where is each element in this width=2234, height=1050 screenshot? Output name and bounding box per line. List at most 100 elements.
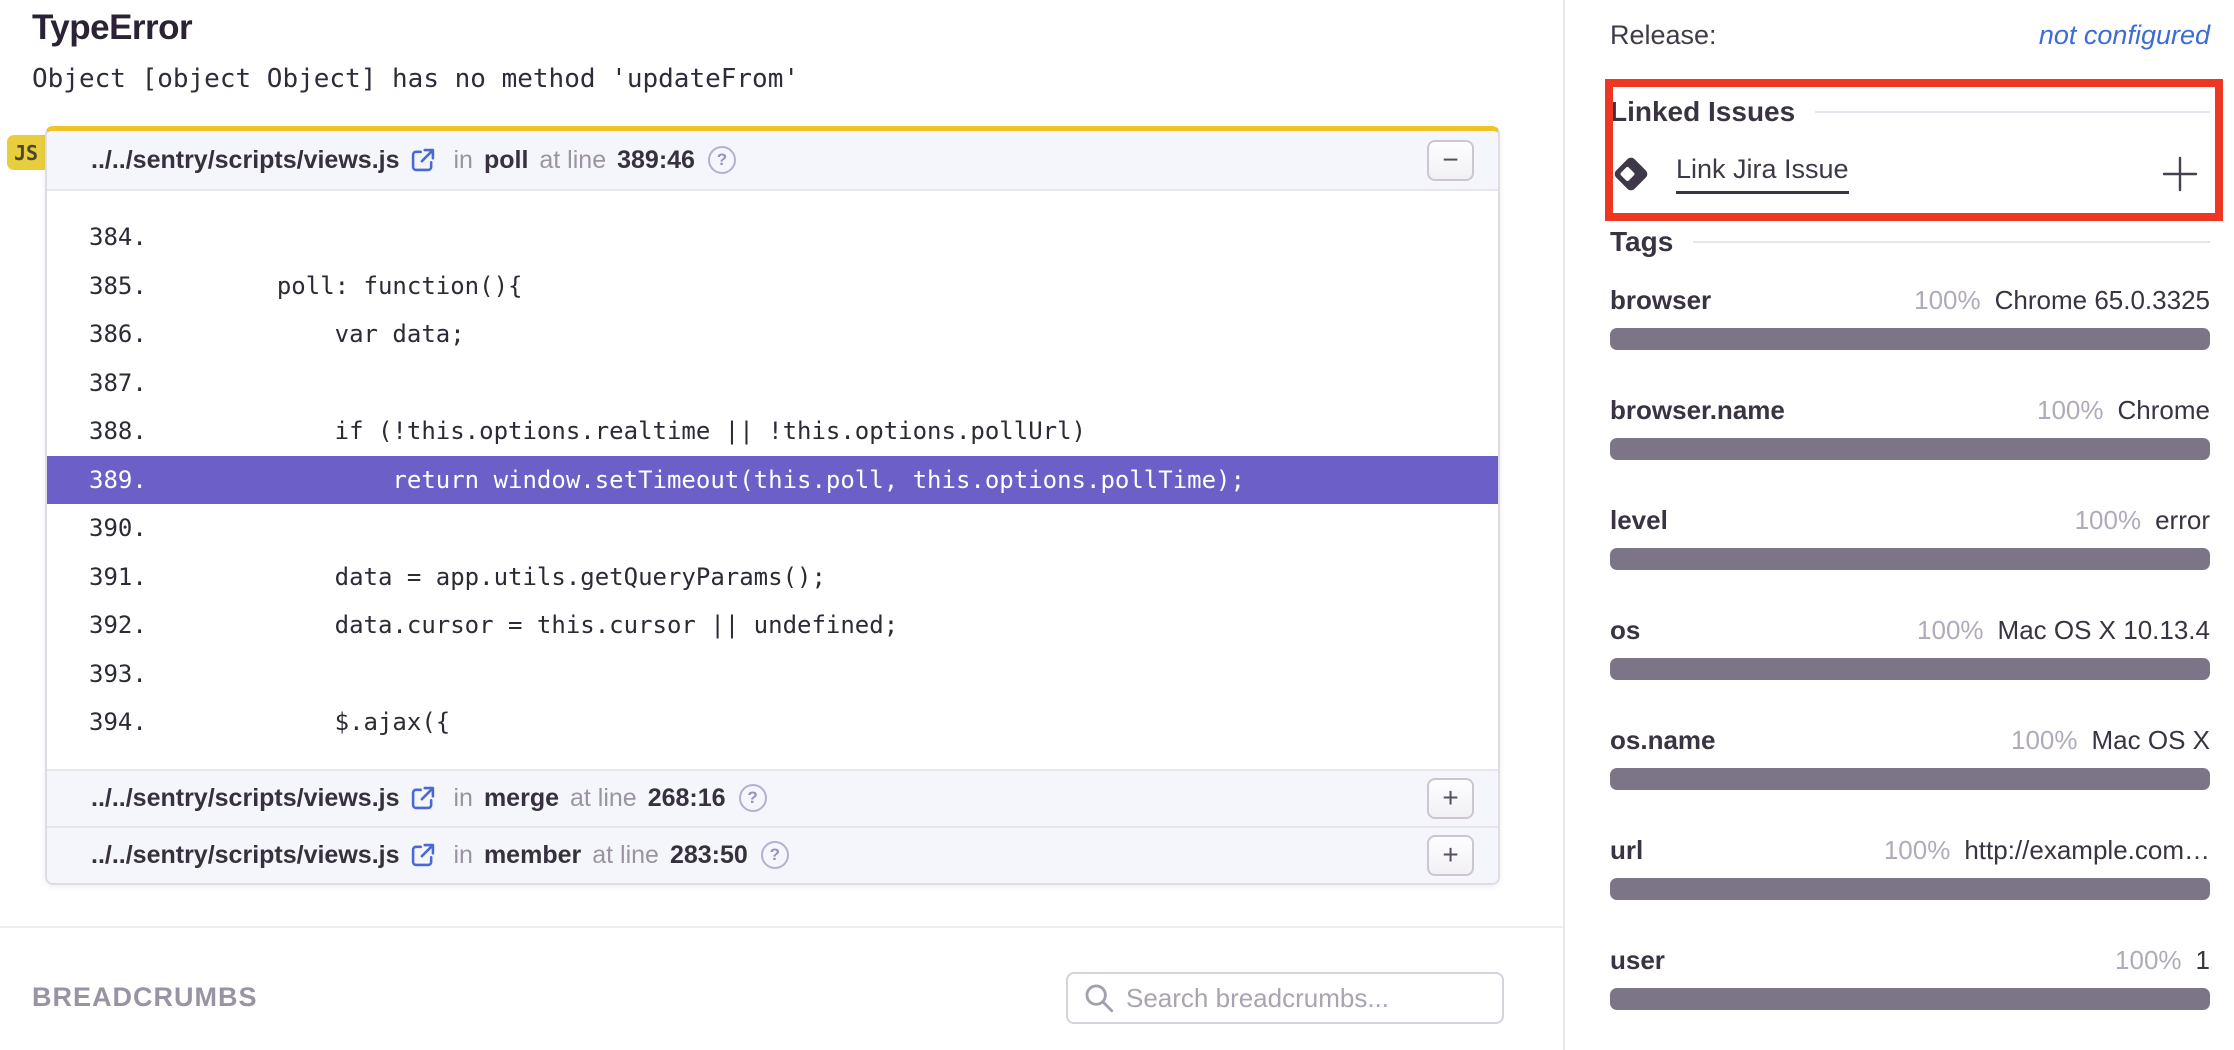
- source-code-context: 384.385. poll: function(){386. var data;…: [47, 191, 1498, 769]
- tag-value: http://example.com…: [1964, 835, 2210, 866]
- heading-rule: [1815, 111, 2210, 113]
- error-type-title: TypeError: [32, 8, 192, 48]
- tag-distribution-bar[interactable]: [1610, 768, 2210, 790]
- frame-line-column: 268:16: [648, 784, 726, 813]
- frame-function-name: poll: [484, 146, 528, 175]
- platform-js-badge: JS: [7, 135, 45, 170]
- section-divider: [0, 926, 1563, 928]
- frame-file-path: ../../sentry/scripts/views.js: [91, 841, 399, 870]
- frame-in-label: in: [453, 841, 472, 870]
- tag-item: level 100% error: [1610, 505, 2210, 570]
- search-breadcrumbs-input[interactable]: [1126, 983, 1488, 1014]
- tag-percent: 100%: [2075, 505, 2142, 536]
- code-line: 392. data.cursor = this.cursor || undefi…: [47, 601, 1498, 650]
- frame-file-path: ../../sentry/scripts/views.js: [91, 784, 399, 813]
- release-row: Release: not configured: [1610, 20, 2210, 51]
- tag-item: os.name 100% Mac OS X: [1610, 725, 2210, 790]
- tag-name: user: [1610, 945, 1665, 976]
- code-line: 384.: [47, 213, 1498, 262]
- tag-percent: 100%: [1884, 835, 1951, 866]
- search-icon: [1082, 981, 1116, 1015]
- tag-value: Mac OS X: [2092, 725, 2210, 756]
- tag-name: browser: [1610, 285, 1711, 316]
- tag-header: browser.name 100% Chrome: [1610, 395, 2210, 427]
- tag-percent: 100%: [1917, 615, 1984, 646]
- tag-distribution-bar[interactable]: [1610, 328, 2210, 350]
- tag-name: os.name: [1610, 725, 1716, 756]
- linked-issues-title: Linked Issues: [1610, 96, 1795, 128]
- link-jira-issue-link[interactable]: Link Jira Issue: [1676, 154, 1849, 194]
- tag-item: os 100% Mac OS X 10.13.4: [1610, 615, 2210, 680]
- frame-at-line-label: at line: [539, 146, 606, 175]
- tag-percent: 100%: [1914, 285, 1981, 316]
- tag-header: level 100% error: [1610, 505, 2210, 537]
- release-label: Release:: [1610, 20, 1717, 51]
- tag-value: Chrome 65.0.3325: [1995, 285, 2210, 316]
- frame-at-line-label: at line: [592, 841, 659, 870]
- code-line: 393.: [47, 650, 1498, 699]
- frame-function-name: merge: [484, 784, 559, 813]
- tag-distribution-bar[interactable]: [1610, 438, 2210, 460]
- tag-name: url: [1610, 835, 1643, 866]
- help-question-icon[interactable]: ?: [739, 784, 767, 812]
- stack-trace-card: ../../sentry/scripts/views.js in poll at…: [45, 126, 1500, 885]
- tag-item: browser 100% Chrome 65.0.3325: [1610, 285, 2210, 350]
- stack-frame-header-expanded[interactable]: ../../sentry/scripts/views.js in poll at…: [47, 131, 1498, 191]
- add-linked-issue-icon[interactable]: [2160, 154, 2200, 194]
- frame-in-label: in: [453, 146, 472, 175]
- tag-header: user 100% 1: [1610, 945, 2210, 977]
- code-line: 391. data = app.utils.getQueryParams();: [47, 553, 1498, 602]
- tag-value: error: [2155, 505, 2210, 536]
- frame-function-name: member: [484, 841, 581, 870]
- tag-value: Mac OS X 10.13.4: [1998, 615, 2210, 646]
- linked-issues-heading: Linked Issues: [1610, 96, 2210, 128]
- tag-distribution-bar[interactable]: [1610, 878, 2210, 900]
- tag-header: os 100% Mac OS X 10.13.4: [1610, 615, 2210, 647]
- tag-percent: 100%: [2115, 945, 2182, 976]
- error-message: Object [object Object] has no method 'up…: [32, 64, 799, 94]
- jira-icon: [1610, 153, 1652, 195]
- tag-name: browser.name: [1610, 395, 1785, 426]
- tag-percent: 100%: [2011, 725, 2078, 756]
- tag-header: url 100% http://example.com…: [1610, 835, 2210, 867]
- heading-rule: [1693, 241, 2210, 243]
- open-in-new-icon[interactable]: [409, 841, 437, 869]
- tag-value: 1: [2196, 945, 2210, 976]
- tag-value: Chrome: [2118, 395, 2210, 426]
- stack-frame-header-collapsed[interactable]: ../../sentry/scripts/views.js in merge a…: [47, 769, 1498, 826]
- frame-in-label: in: [453, 784, 472, 813]
- tags-heading: Tags: [1610, 226, 2210, 258]
- collapse-frame-button[interactable]: −: [1427, 140, 1474, 181]
- issue-detail-page: TypeError Object [object Object] has no …: [0, 0, 2234, 1050]
- tag-name: level: [1610, 505, 1668, 536]
- stack-frame-header-collapsed[interactable]: ../../sentry/scripts/views.js in member …: [47, 826, 1498, 883]
- tag-distribution-bar[interactable]: [1610, 658, 2210, 680]
- sidebar: Release: not configured Linked Issues Li…: [1565, 0, 2234, 1050]
- code-line: 385. poll: function(){: [47, 262, 1498, 311]
- tags-title: Tags: [1610, 226, 1673, 258]
- tag-item: url 100% http://example.com…: [1610, 835, 2210, 900]
- tag-percent: 100%: [2037, 395, 2104, 426]
- code-line: 386. var data;: [47, 310, 1498, 359]
- help-question-icon[interactable]: ?: [708, 146, 736, 174]
- frame-line-column: 389:46: [617, 146, 695, 175]
- help-question-icon[interactable]: ?: [761, 841, 789, 869]
- code-line: 388. if (!this.options.realtime || !this…: [47, 407, 1498, 456]
- code-line: 394. $.ajax({: [47, 698, 1498, 747]
- tag-item: user 100% 1: [1610, 945, 2210, 1010]
- expand-frame-button[interactable]: +: [1427, 778, 1474, 819]
- release-not-configured-link[interactable]: not configured: [2039, 20, 2210, 51]
- expand-frame-button[interactable]: +: [1427, 835, 1474, 876]
- open-in-new-icon[interactable]: [409, 784, 437, 812]
- linked-issues-row: Link Jira Issue: [1610, 150, 2210, 198]
- breadcrumbs-search: [1066, 972, 1504, 1024]
- tag-header: browser 100% Chrome 65.0.3325: [1610, 285, 2210, 317]
- open-in-new-icon[interactable]: [409, 146, 437, 174]
- code-line: 390.: [47, 504, 1498, 553]
- frame-file-path: ../../sentry/scripts/views.js: [91, 146, 399, 175]
- tag-distribution-bar[interactable]: [1610, 988, 2210, 1010]
- tag-distribution-bar[interactable]: [1610, 548, 2210, 570]
- frame-at-line-label: at line: [570, 784, 637, 813]
- frame-line-column: 283:50: [670, 841, 748, 870]
- tag-header: os.name 100% Mac OS X: [1610, 725, 2210, 757]
